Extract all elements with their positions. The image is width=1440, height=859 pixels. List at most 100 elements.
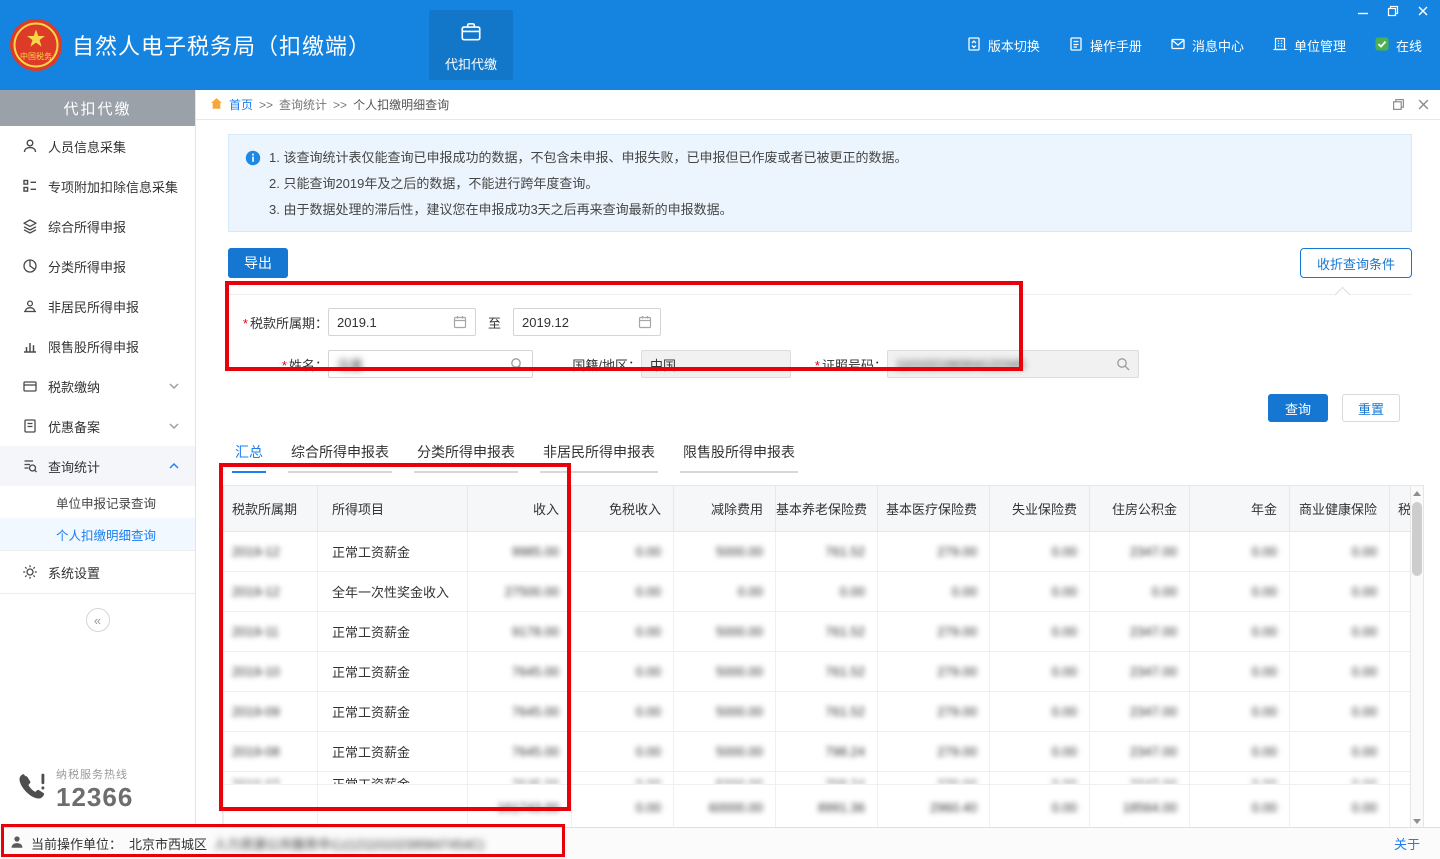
table-row[interactable]: 2019-09正常工资薪金7645.000.005000.00761.52279…: [224, 692, 1411, 732]
tab-comprehensive-income[interactable]: 综合所得申报表: [288, 442, 392, 473]
table-row[interactable]: 2019-12全年一次性奖金收入27500.000.000.000.000.00…: [224, 572, 1411, 612]
col-header[interactable]: 商业健康保险: [1290, 486, 1390, 532]
sidebar-item-personnel-info[interactable]: 人员信息采集: [0, 126, 195, 166]
online-status[interactable]: 在线: [1374, 36, 1422, 55]
table-cell: 0.00: [1390, 785, 1411, 828]
table-cell: 0.00: [1090, 572, 1190, 612]
panel-close-icon[interactable]: [1417, 98, 1430, 111]
panel-restore-icon[interactable]: [1392, 98, 1405, 111]
table-row[interactable]: 2019-10正常工资薪金7645.000.005000.00761.52279…: [224, 652, 1411, 692]
period-from-value: 2019.1: [337, 315, 447, 330]
version-switch-icon: [966, 36, 982, 55]
table-cell: 279.00: [878, 692, 990, 732]
period-to-label: 至: [488, 313, 501, 332]
mail-icon: [1170, 36, 1186, 55]
col-header[interactable]: 收入: [468, 486, 572, 532]
period-to-input[interactable]: 2019.12: [513, 308, 661, 336]
nationality-value: 中国: [650, 355, 782, 374]
sidebar-item-comprehensive-income[interactable]: 综合所得申报: [0, 206, 195, 246]
table-cell: 5000.00: [674, 732, 776, 772]
col-header[interactable]: 税款所属期: [224, 486, 318, 532]
table-row[interactable]: 2019-12正常工资薪金9985.000.005000.00761.52279…: [224, 532, 1411, 572]
scroll-down-arrow[interactable]: [1411, 814, 1423, 827]
calendar-icon[interactable]: [453, 315, 467, 329]
calendar-icon[interactable]: [638, 315, 652, 329]
sidebar-item-system-settings[interactable]: 系统设置: [0, 550, 195, 594]
id-number-input[interactable]: 110102199304122345: [887, 350, 1139, 378]
tab-summary[interactable]: 汇总: [232, 442, 266, 473]
col-header[interactable]: 年金: [1190, 486, 1290, 532]
nationality-input[interactable]: 中国: [641, 350, 791, 378]
table-cell: 0.00: [1190, 652, 1290, 692]
table-row[interactable]: 2019-11正常工资薪金9178.000.005000.00761.52279…: [224, 612, 1411, 652]
table-row[interactable]: 2019-08正常工资薪金7645.000.005000.00798.24279…: [224, 732, 1411, 772]
message-center-button[interactable]: 消息中心: [1170, 36, 1244, 55]
search-button[interactable]: 查询: [1268, 394, 1328, 422]
sidebar-item-special-deduction[interactable]: 专项附加扣除信息采集: [0, 166, 195, 206]
table-cell: --: [318, 785, 468, 828]
panel-caret: [1335, 287, 1351, 303]
search-icon[interactable]: [1116, 357, 1130, 371]
notice-line-1: 1. 该查询统计表仅能查询已申报成功的数据，不包含未申报、申报失败，已申报但已作…: [269, 145, 907, 171]
content: 1. 该查询统计表仅能查询已申报成功的数据，不包含未申报、申报失败，已申报但已作…: [196, 134, 1440, 827]
period-to-value: 2019.12: [522, 315, 632, 330]
sidebar-subitem-personal-withholding-query[interactable]: 个人扣缴明细查询: [0, 518, 195, 550]
breadcrumb-home[interactable]: 首页: [229, 96, 253, 113]
unit-management-button[interactable]: 单位管理: [1272, 36, 1346, 55]
table-cell: 5000.00: [674, 652, 776, 692]
tab-withholding-module[interactable]: 代扣代缴: [429, 10, 513, 80]
table-cell: 761.52: [776, 692, 878, 732]
col-header[interactable]: 所得项目: [318, 486, 468, 532]
manual-button[interactable]: 操作手册: [1068, 36, 1142, 55]
table-cell: 0.00: [1190, 612, 1290, 652]
sidebar-subitem-unit-declaration-query[interactable]: 单位申报记录查询: [0, 486, 195, 518]
toggle-query-conditions-button[interactable]: 收折查询条件: [1300, 248, 1412, 278]
required-mark: *: [282, 358, 287, 373]
export-button[interactable]: 导出: [228, 248, 288, 278]
col-header[interactable]: 住房公积金: [1090, 486, 1190, 532]
col-header[interactable]: 失业保险费: [990, 486, 1090, 532]
col-header[interactable]: 减除费用: [674, 486, 776, 532]
user-icon: [10, 835, 24, 852]
tab-restricted-shares[interactable]: 限售股所得申报表: [680, 442, 798, 473]
table-cell: 0.00: [572, 772, 674, 785]
table-cell: 0.00: [572, 692, 674, 732]
col-header[interactable]: 税延养老保险: [1390, 486, 1411, 532]
table-cell: 5000.00: [674, 532, 776, 572]
sidebar-item-query-statistics[interactable]: 查询统计: [0, 446, 195, 486]
table-cell: 0.00: [1390, 652, 1411, 692]
scroll-up-arrow[interactable]: [1411, 486, 1423, 500]
tab-nonresident-income[interactable]: 非居民所得申报表: [540, 442, 658, 473]
vertical-scrollbar[interactable]: [1410, 485, 1424, 827]
sidebar-header: 代扣代缴: [0, 90, 195, 126]
about-link[interactable]: 关于: [1394, 834, 1420, 853]
table-cell: 761.52: [776, 532, 878, 572]
table-cell: 9178.00: [468, 612, 572, 652]
breadcrumb-level1[interactable]: 查询统计: [279, 96, 327, 113]
col-header[interactable]: 基本养老保险费: [776, 486, 878, 532]
col-header[interactable]: 免税收入: [572, 486, 674, 532]
search-icon[interactable]: [510, 357, 524, 371]
sidebar-collapse-button[interactable]: «: [86, 608, 110, 632]
table-summary-row[interactable]: ----161743.000.0060000.008991.362960.400…: [224, 785, 1411, 828]
table-cell: 0.00: [572, 572, 674, 612]
table-cell: 18564.00: [1090, 785, 1190, 828]
table-row-partial[interactable]: 2019-07正常工资薪金7645.000.005000.00798.24279…: [224, 772, 1411, 785]
sidebar-item-restricted-shares[interactable]: 限售股所得申报: [0, 326, 195, 366]
table-cell: 0.00: [1190, 785, 1290, 828]
version-switch-button[interactable]: 版本切换: [966, 36, 1040, 55]
sidebar-item-preferential-filing[interactable]: 优惠备案: [0, 406, 195, 446]
results-area: 税款所属期 所得项目 收入 免税收入 减除费用 基本养老保险费 基本医疗保险费 …: [222, 485, 1440, 827]
pie-chart-icon: [22, 258, 38, 274]
tab-classified-income[interactable]: 分类所得申报表: [414, 442, 518, 473]
sidebar-item-nonresident-income[interactable]: 非居民所得申报: [0, 286, 195, 326]
vertical-scroll-thumb[interactable]: [1412, 502, 1422, 576]
reset-button[interactable]: 重置: [1342, 394, 1400, 422]
sidebar-item-classified-income[interactable]: 分类所得申报: [0, 246, 195, 286]
sidebar-item-label: 查询统计: [48, 457, 100, 476]
name-input[interactable]: 马某: [328, 350, 533, 378]
col-header[interactable]: 基本医疗保险费: [878, 486, 990, 532]
sidebar-item-tax-payment[interactable]: 税款缴纳: [0, 366, 195, 406]
table-cell: 正常工资薪金: [318, 692, 468, 732]
period-from-input[interactable]: 2019.1: [328, 308, 476, 336]
